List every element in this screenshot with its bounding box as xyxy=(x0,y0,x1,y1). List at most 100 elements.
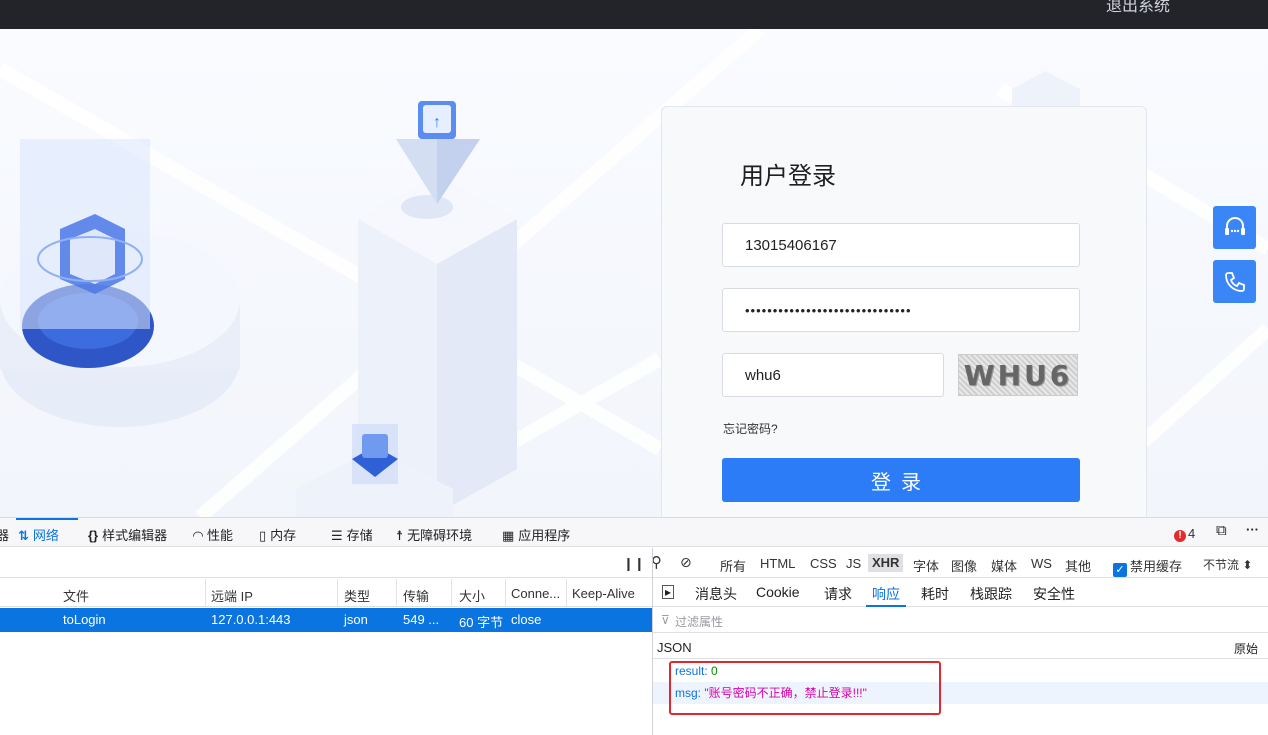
column-type[interactable]: 类型 xyxy=(344,586,370,605)
tab-response[interactable]: 响应 xyxy=(872,584,900,604)
disable-cache-label: 禁用缓存 xyxy=(1130,559,1183,574)
more-menu-icon[interactable]: ··· xyxy=(1246,522,1259,537)
filter-images[interactable]: 图像 xyxy=(951,556,977,575)
headset-icon xyxy=(1224,216,1245,235)
devtools-tabbar: 器 ⇅ 网络 {} 样式编辑器 ◠ 性能 ▯ 内存 ☰ 存储 ☨ 无障碍环境 ▦ 应用程序 !… xyxy=(0,517,1268,547)
request-table-header: 文件 远端 IP 类型 传输 大小 Conne... Keep-Alive xyxy=(0,579,652,607)
clear-icon[interactable]: ⊘ xyxy=(680,554,692,571)
tab-network[interactable]: ⇅ 网络 xyxy=(18,525,59,544)
tab-label: 性能 xyxy=(207,528,234,543)
tab-performance[interactable]: ◠ 性能 xyxy=(193,525,233,544)
captcha-image[interactable]: WHU6 xyxy=(958,354,1078,396)
forgot-password-link[interactable]: 忘记密码? xyxy=(723,420,778,437)
tab-accessibility[interactable]: ☨ 无障碍环境 xyxy=(396,525,472,544)
error-count-badge[interactable]: ! 4 xyxy=(1174,526,1195,542)
tab-label: 无障碍环境 xyxy=(407,528,473,543)
top-navbar: 退出系统 xyxy=(0,0,1268,29)
captcha-input[interactable]: whu6 xyxy=(722,353,944,397)
filter-all[interactable]: 所有 xyxy=(720,556,746,575)
cell-remote-ip: 127.0.0.1:443 xyxy=(211,612,291,627)
login-button[interactable]: 登录 xyxy=(722,458,1080,502)
tab-stack-trace[interactable]: 栈跟踪 xyxy=(970,584,1012,604)
column-file[interactable]: 文件 xyxy=(63,586,89,605)
network-icon: ⇅ xyxy=(18,528,29,543)
dock-icon[interactable]: ⧉ xyxy=(1216,522,1227,539)
disable-cache-checkbox[interactable]: ✓ 禁用缓存 xyxy=(1113,556,1182,577)
column-divider xyxy=(396,579,397,607)
tab-timings[interactable]: 耗时 xyxy=(921,584,949,604)
tab-memory[interactable]: ▯ 内存 xyxy=(259,525,296,544)
phone-button[interactable] xyxy=(1213,260,1256,303)
throttle-select[interactable]: 不节流 ⬍ xyxy=(1203,556,1252,573)
json-section-header: JSON 原始 xyxy=(653,634,1268,659)
svg-text:↑: ↑ xyxy=(433,114,441,131)
tab-request[interactable]: 请求 xyxy=(824,584,852,604)
cell-connection: close xyxy=(511,612,542,627)
tab-label: 内存 xyxy=(270,528,297,543)
tab-cookie[interactable]: Cookie xyxy=(756,584,800,600)
storage-icon: ☰ xyxy=(331,528,343,543)
table-row[interactable]: toLogin 127.0.0.1:443 json 549 ... 60 字节… xyxy=(0,608,652,632)
column-divider xyxy=(505,579,506,607)
filter-html[interactable]: HTML xyxy=(760,556,795,571)
column-divider xyxy=(566,579,567,607)
column-keep-alive[interactable]: Keep-Alive xyxy=(572,586,635,601)
password-input[interactable]: •••••••••••••••••••••••••••••• xyxy=(722,288,1080,332)
error-icon: ! xyxy=(1174,530,1186,542)
active-response-tab-indicator xyxy=(866,605,906,607)
hero-illustration: ↑ 用户登录 13015406167 •••••••••••••••••••••… xyxy=(0,29,1268,517)
request-list-empty-area xyxy=(0,632,652,735)
filter-ws[interactable]: WS xyxy=(1031,556,1052,571)
column-remote-ip[interactable]: 远端 IP xyxy=(211,586,253,605)
phone-input[interactable]: 13015406167 xyxy=(722,223,1080,267)
accessibility-icon: ☨ xyxy=(396,528,404,543)
toggle-sidebar-icon[interactable]: ▸ xyxy=(662,585,675,599)
braces-icon: {} xyxy=(88,528,99,543)
logout-link[interactable]: 退出系统 xyxy=(1106,0,1170,16)
login-title: 用户登录 xyxy=(740,163,836,190)
login-card: 用户登录 13015406167 •••••••••••••••••••••••… xyxy=(661,106,1147,517)
filter-xhr[interactable]: XHR xyxy=(868,554,904,572)
tab-headers[interactable]: 消息头 xyxy=(695,584,737,604)
filter-other[interactable]: 其他 xyxy=(1065,556,1091,575)
phone-icon xyxy=(1224,271,1245,292)
tab-style-editor[interactable]: {} 样式编辑器 xyxy=(88,525,167,544)
cell-file: toLogin xyxy=(63,612,106,627)
chip-icon: ▯ xyxy=(259,528,267,543)
cell-type: json xyxy=(344,612,368,627)
details-tabbar: ▸ 消息头 Cookie 请求 响应 耗时 栈跟踪 安全性 xyxy=(653,579,1268,607)
tab-label: 网络 xyxy=(32,528,59,543)
active-tab-indicator xyxy=(16,518,78,520)
column-divider xyxy=(451,579,452,607)
filter-js[interactable]: JS xyxy=(846,556,861,571)
cell-size: 60 字节 xyxy=(459,615,504,630)
customer-service-button[interactable] xyxy=(1213,206,1256,249)
filter-fonts[interactable]: 字体 xyxy=(913,556,939,575)
tab-label: 存储 xyxy=(346,528,373,543)
raw-toggle[interactable]: 原始 xyxy=(1234,640,1258,657)
error-count: 4 xyxy=(1188,526,1196,541)
filter-properties-input[interactable]: 过滤属性 xyxy=(675,613,723,630)
tab-label: 样式编辑器 xyxy=(102,528,168,543)
column-divider xyxy=(205,579,206,607)
filter-css[interactable]: CSS xyxy=(810,556,837,571)
gauge-icon: ◠ xyxy=(193,528,203,543)
network-toolbar: ❙❙ ⚲ ⊘ 所有 HTML CSS JS XHR 字体 图像 媒体 WS 其他… xyxy=(0,548,1268,578)
column-size[interactable]: 大小 xyxy=(459,586,485,605)
pause-icon[interactable]: ❙❙ xyxy=(623,556,645,572)
cell-transfer: 549 ... xyxy=(403,612,440,627)
column-connection[interactable]: Conne... xyxy=(511,586,560,601)
json-label: JSON xyxy=(657,640,692,655)
tab-storage[interactable]: ☰ 存储 xyxy=(331,525,373,544)
grid-icon: ▦ xyxy=(502,528,515,543)
highlight-annotation xyxy=(669,661,941,715)
tab-security[interactable]: 安全性 xyxy=(1033,584,1075,604)
filter-media[interactable]: 媒体 xyxy=(991,556,1017,575)
column-divider xyxy=(337,579,338,607)
checkmark-icon: ✓ xyxy=(1113,563,1127,577)
tab-application[interactable]: ▦ 应用程序 xyxy=(502,525,570,544)
filter-properties-row: ⊽ 过滤属性 xyxy=(653,608,1268,633)
column-transfer[interactable]: 传输 xyxy=(403,586,429,605)
overflow-tab-fragment[interactable]: 器 xyxy=(0,525,9,544)
filter-icon: ⊽ xyxy=(661,613,670,627)
